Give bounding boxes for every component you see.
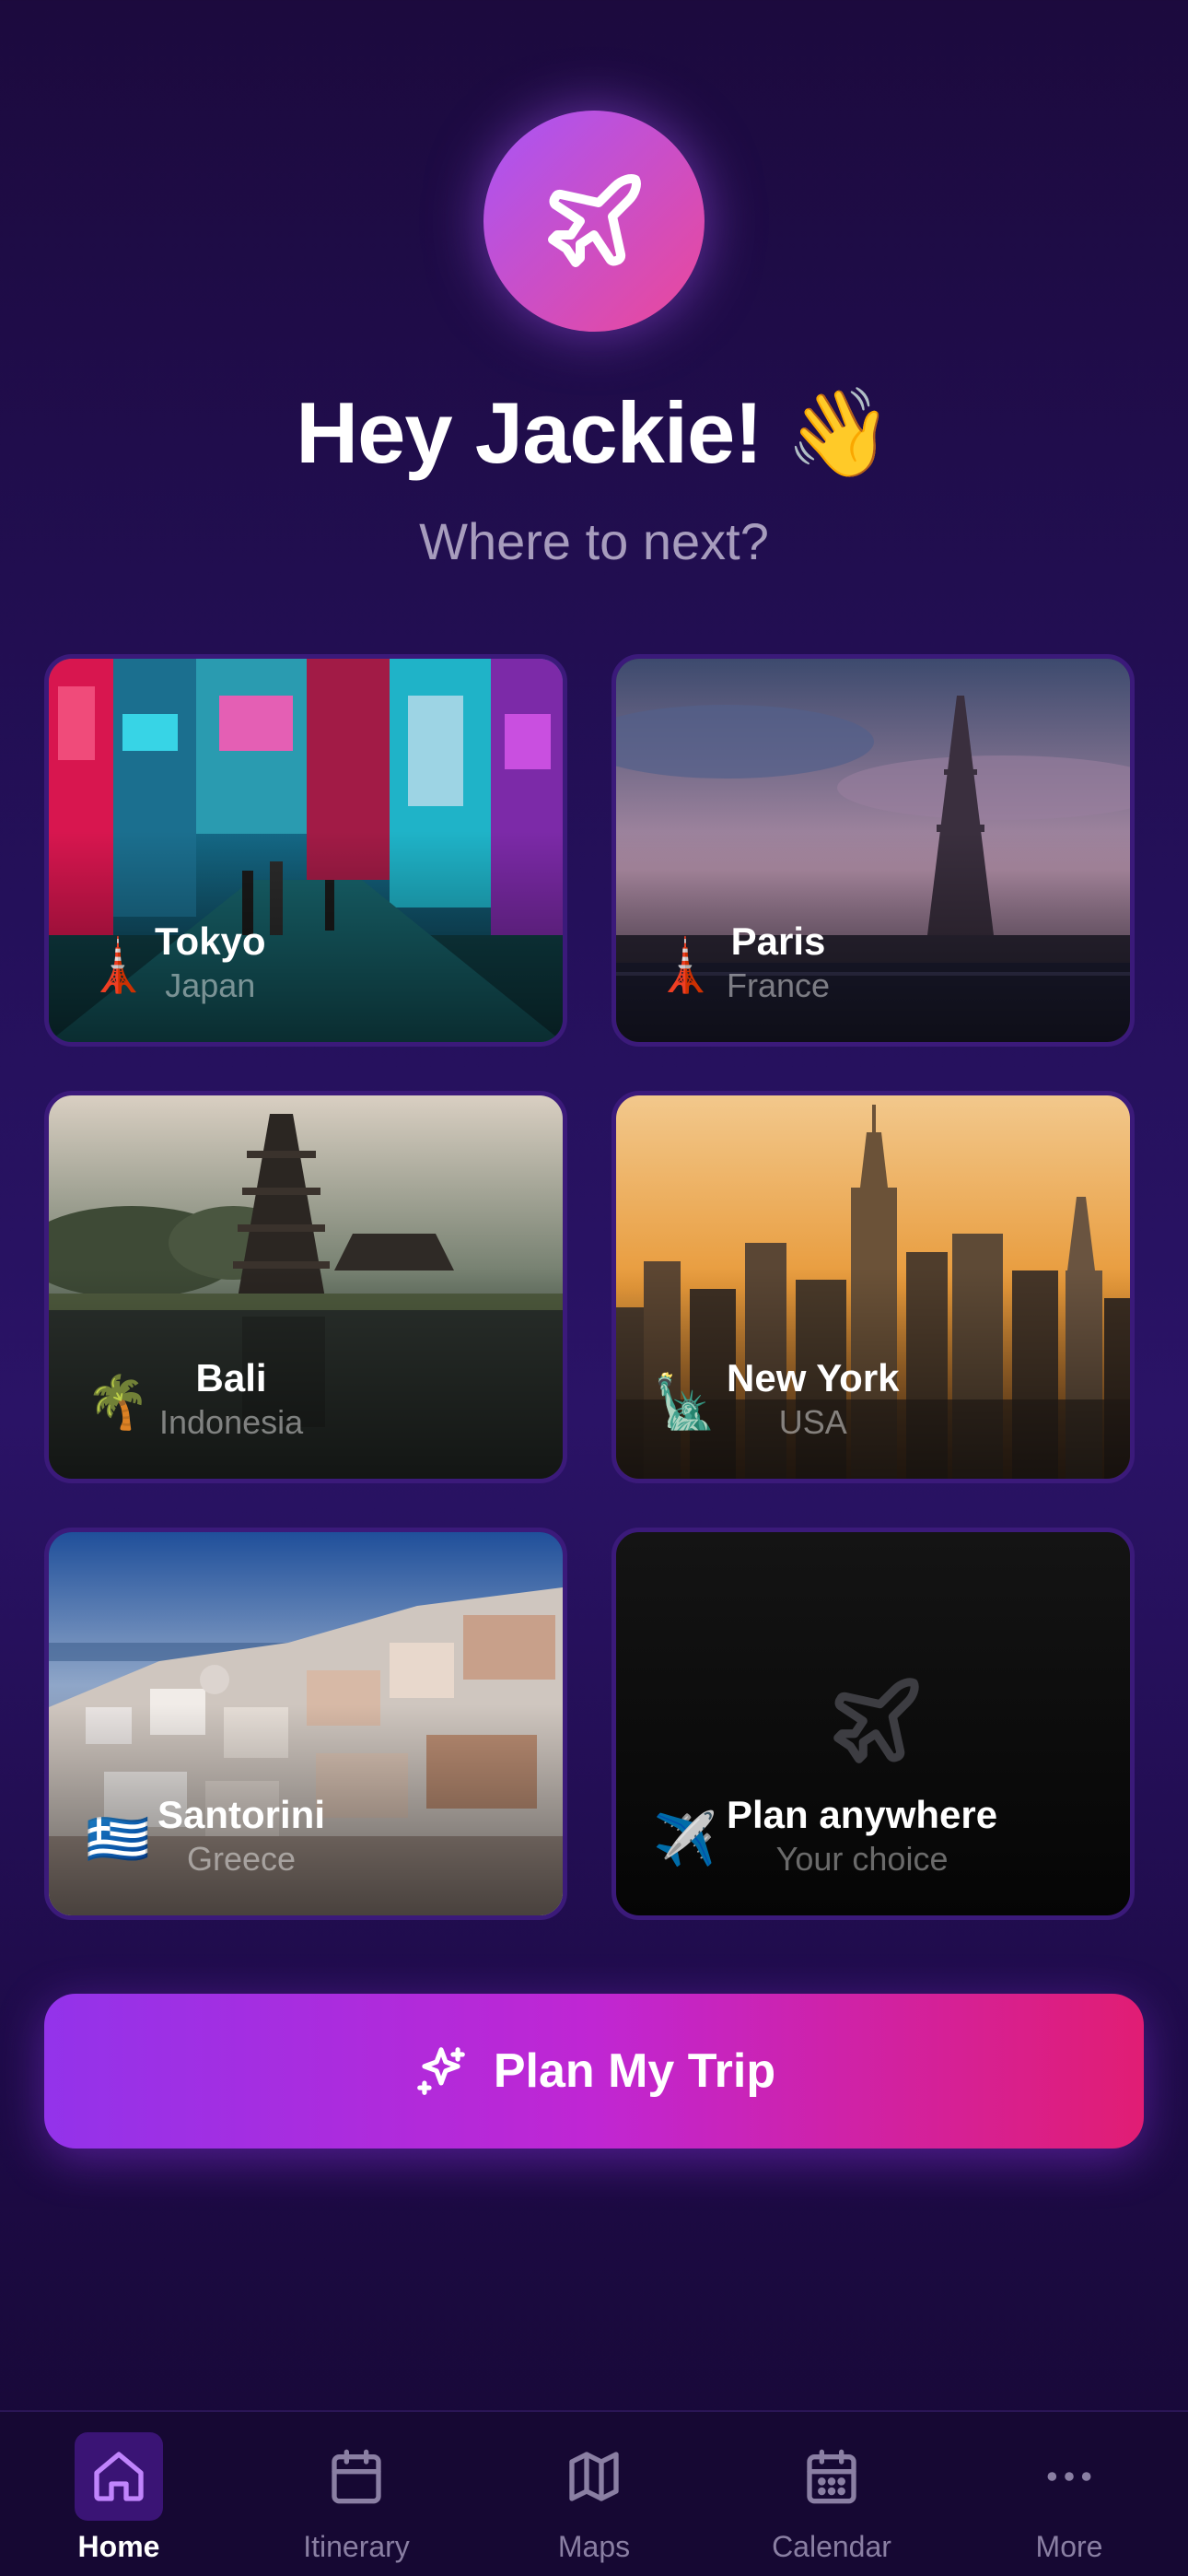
destination-card-tokyo[interactable]: 🗼 Tokyo Japan	[44, 654, 567, 1047]
destination-card-new-york[interactable]: 🗽 New York USA	[611, 1091, 1135, 1483]
tab-label: Calendar	[772, 2530, 891, 2563]
bottom-tab-bar: Home Itinerary Maps Calendar More	[0, 2410, 1188, 2576]
destination-name: Plan anywhere	[727, 1793, 998, 1836]
tab-home[interactable]: Home	[0, 2412, 238, 2576]
tab-maps[interactable]: Maps	[475, 2412, 713, 2576]
destination-name: New York	[727, 1356, 900, 1399]
destination-card-santorini[interactable]: 🇬🇷 Santorini Greece	[44, 1528, 567, 1920]
plan-my-trip-button[interactable]: Plan My Trip	[44, 1994, 1144, 2149]
tab-more[interactable]: More	[950, 2412, 1188, 2576]
destination-country: Your choice	[775, 1840, 949, 1878]
greeting-title: Hey Jackie! 👋	[296, 384, 893, 481]
greece-flag-icon: 🇬🇷	[86, 1809, 150, 1868]
destination-name: Tokyo	[155, 919, 266, 963]
tab-itinerary[interactable]: Itinerary	[238, 2412, 475, 2576]
destination-name: Santorini	[157, 1793, 326, 1836]
destination-country: France	[727, 966, 831, 1004]
airplane-icon	[833, 1678, 919, 1763]
destination-name: Bali	[195, 1356, 267, 1399]
tab-label: Maps	[557, 2530, 631, 2563]
map-icon	[569, 2452, 619, 2501]
calendar-icon	[332, 2449, 381, 2504]
tab-label: More	[1035, 2530, 1103, 2563]
destination-card-plan-anywhere[interactable]: ✈️ Plan anywhere Your choice	[611, 1528, 1135, 1920]
destination-country: USA	[778, 1403, 847, 1441]
tab-label: Itinerary	[303, 2530, 410, 2563]
destination-name: Paris	[730, 919, 826, 963]
sparkles-icon	[417, 2047, 465, 2095]
destination-country: Japan	[165, 966, 256, 1004]
greeting-subtitle: Where to next?	[419, 512, 769, 570]
statue-of-liberty-icon: 🗽	[653, 1373, 717, 1431]
tab-calendar[interactable]: Calendar	[713, 2412, 950, 2576]
tokyo-tower-icon: 🗼	[653, 936, 717, 994]
destination-card-paris[interactable]: 🗼 Paris France	[611, 654, 1135, 1047]
destination-country: Greece	[186, 1840, 297, 1878]
airplane-emoji-icon: ✈️	[653, 1809, 717, 1868]
plan-my-trip-label: Plan My Trip	[493, 2044, 776, 2098]
palm-tree-icon: 🌴	[86, 1373, 150, 1431]
hero-airplane-badge	[483, 111, 705, 332]
more-icon	[1047, 2472, 1091, 2481]
tokyo-tower-icon: 🗼	[86, 936, 150, 994]
calendar-grid-icon	[807, 2449, 856, 2504]
airplane-icon	[548, 174, 641, 267]
home-icon	[94, 2452, 144, 2501]
destination-country: Indonesia	[159, 1403, 304, 1441]
destination-card-bali[interactable]: 🌴 Bali Indonesia	[44, 1091, 567, 1483]
tab-label: Home	[77, 2530, 160, 2563]
